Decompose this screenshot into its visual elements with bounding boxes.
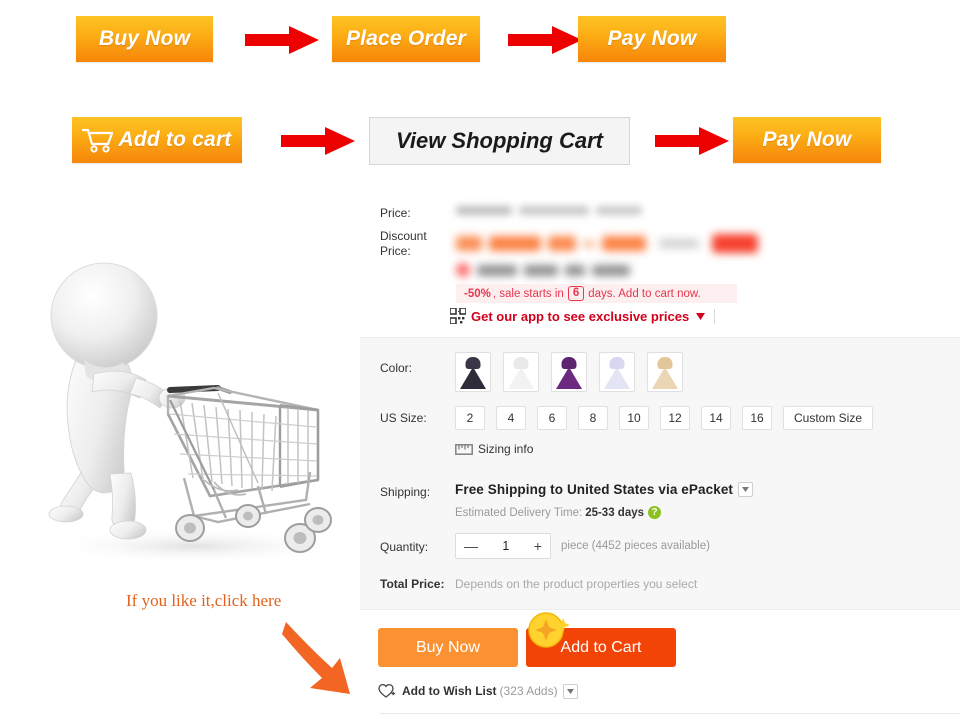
- sizing-info-link[interactable]: Sizing info: [455, 442, 533, 456]
- app-promo-label: Get our app to see exclusive prices: [471, 308, 690, 324]
- hint-arrow: [280, 618, 370, 705]
- shopping-cart-illustration: [18, 228, 358, 573]
- color-swatch-purple-dress[interactable]: [551, 352, 587, 392]
- discount-price-value-hidden: [456, 234, 758, 253]
- color-swatch-navy-black-dress[interactable]: [455, 352, 491, 392]
- us-size-option-6[interactable]: 6: [537, 406, 567, 430]
- color-swatch-white-dress[interactable]: [503, 352, 539, 392]
- color-swatch-lavender-dress[interactable]: [599, 352, 635, 392]
- us-size-option-16[interactable]: 16: [742, 406, 772, 430]
- sale-countdown-banner: -50% , sale starts in 6 days. Add to car…: [456, 284, 737, 303]
- shopping-cart-icon: [82, 128, 114, 153]
- sizing-info-label: Sizing info: [478, 442, 534, 456]
- flow2-pay-now-label: Pay Now: [762, 128, 852, 151]
- color-swatch-champagne-dress[interactable]: [647, 352, 683, 392]
- qr-code-icon: [450, 308, 466, 324]
- quantity-value[interactable]: 1: [502, 539, 509, 553]
- color-swatch-list: [455, 352, 683, 392]
- flow1-pay-now-label: Pay Now: [607, 27, 697, 50]
- quantity-stepper[interactable]: — 1 +: [455, 533, 551, 559]
- sale-text-before: , sale starts in: [492, 287, 564, 300]
- caret-down-icon: [696, 312, 706, 320]
- flow2-arrow-2: [655, 127, 729, 155]
- heart-plus-icon: [378, 683, 395, 698]
- 3d-person-pushing-shopping-cart-graphic: [43, 262, 343, 564]
- caret-down-icon: [742, 487, 750, 492]
- buy-now-button[interactable]: Buy Now: [378, 628, 518, 667]
- price-label: Price:: [380, 206, 411, 220]
- flow2-add-to-cart-label: Add to cart: [118, 128, 232, 151]
- click-here-hint: If you like it,click here: [126, 591, 282, 610]
- quantity-row: — 1 + piece (4452 pieces available): [455, 533, 710, 559]
- sale-text-after: days. Add to cart now.: [588, 287, 701, 300]
- us-size-option-2[interactable]: 2: [455, 406, 485, 430]
- curved-orange-arrow-icon: [282, 622, 350, 694]
- us-size-option-14[interactable]: 14: [701, 406, 731, 430]
- estimated-delivery-label: Estimated Delivery Time:: [455, 506, 583, 519]
- sale-days-remaining: 6: [567, 286, 585, 301]
- red-right-arrow-icon: [655, 127, 729, 155]
- us-size-option-list: 2 4 6 8 10 12 14 16 Custom Size: [455, 406, 873, 430]
- quantity-label: Quantity:: [380, 540, 429, 554]
- quantity-minus-button[interactable]: —: [464, 539, 478, 553]
- flow2-view-shopping-cart-label: View Shopping Cart: [396, 128, 603, 153]
- quantity-plus-button[interactable]: +: [534, 539, 542, 553]
- shipping-label: Shipping:: [380, 485, 431, 499]
- us-size-label: US Size:: [380, 411, 427, 425]
- total-price-label: Total Price:: [380, 577, 445, 591]
- discount-price-label: Discount Price:: [380, 229, 427, 258]
- us-size-option-custom[interactable]: Custom Size: [783, 406, 873, 430]
- flow1-place-order-button[interactable]: Place Order: [332, 16, 480, 62]
- sale-percent: -50%: [464, 287, 491, 300]
- shipping-method-selector[interactable]: Free Shipping to United States via ePack…: [455, 482, 754, 497]
- us-size-option-10[interactable]: 10: [619, 406, 649, 430]
- price-value-hidden: [456, 206, 642, 215]
- estimated-delivery-row: Estimated Delivery Time: 25-33 days ?: [455, 506, 662, 519]
- shipping-method-label: Free Shipping to United States via ePack…: [455, 482, 734, 497]
- estimated-delivery-value: 25-33 days: [585, 506, 645, 519]
- us-size-option-12[interactable]: 12: [660, 406, 690, 430]
- flow1-place-order-label: Place Order: [345, 27, 467, 50]
- ruler-icon: [455, 443, 473, 455]
- flow1-arrow-1: [245, 26, 319, 54]
- wish-list-count: (323 Adds): [499, 684, 558, 698]
- wish-list-caret-box[interactable]: [562, 683, 578, 699]
- shipping-caret-box[interactable]: [738, 482, 754, 497]
- flow1-buy-now-label: Buy Now: [98, 27, 191, 50]
- flow2-arrow-1: [281, 127, 355, 155]
- coin-badge: [528, 612, 572, 653]
- us-size-option-8[interactable]: 8: [578, 406, 608, 430]
- color-label: Color:: [380, 361, 413, 375]
- app-promo-divider: [714, 308, 716, 324]
- bottom-divider: [380, 713, 960, 714]
- us-size-option-4[interactable]: 4: [496, 406, 526, 430]
- red-right-arrow-icon: [508, 26, 582, 54]
- app-promo-link[interactable]: Get our app to see exclusive prices: [450, 308, 716, 324]
- add-to-cart-label: Add to Cart: [560, 638, 642, 656]
- add-to-wish-list-row[interactable]: Add to Wish List (323 Adds): [378, 683, 578, 699]
- flow1-buy-now-button[interactable]: Buy Now: [76, 16, 213, 62]
- wish-list-label: Add to Wish List: [402, 684, 497, 698]
- red-right-arrow-icon: [281, 127, 355, 155]
- buy-now-label: Buy Now: [415, 638, 481, 656]
- flow1-pay-now-button[interactable]: Pay Now: [578, 16, 726, 62]
- total-price-value: Depends on the product properties you se…: [455, 577, 698, 591]
- flow2-view-shopping-cart-button[interactable]: View Shopping Cart: [369, 117, 630, 165]
- flow2-pay-now-button[interactable]: Pay Now: [733, 117, 881, 163]
- gold-coin-sparkle-icon: [528, 612, 570, 648]
- flow2-add-to-cart-button[interactable]: Add to cart: [72, 117, 242, 163]
- quantity-availability: piece (4452 pieces available): [561, 540, 710, 552]
- question-mark-icon[interactable]: ?: [648, 506, 662, 519]
- sale-price-row-hidden: [456, 263, 630, 277]
- caret-down-icon: [566, 688, 574, 694]
- red-right-arrow-icon: [245, 26, 319, 54]
- flow1-arrow-2: [508, 26, 582, 54]
